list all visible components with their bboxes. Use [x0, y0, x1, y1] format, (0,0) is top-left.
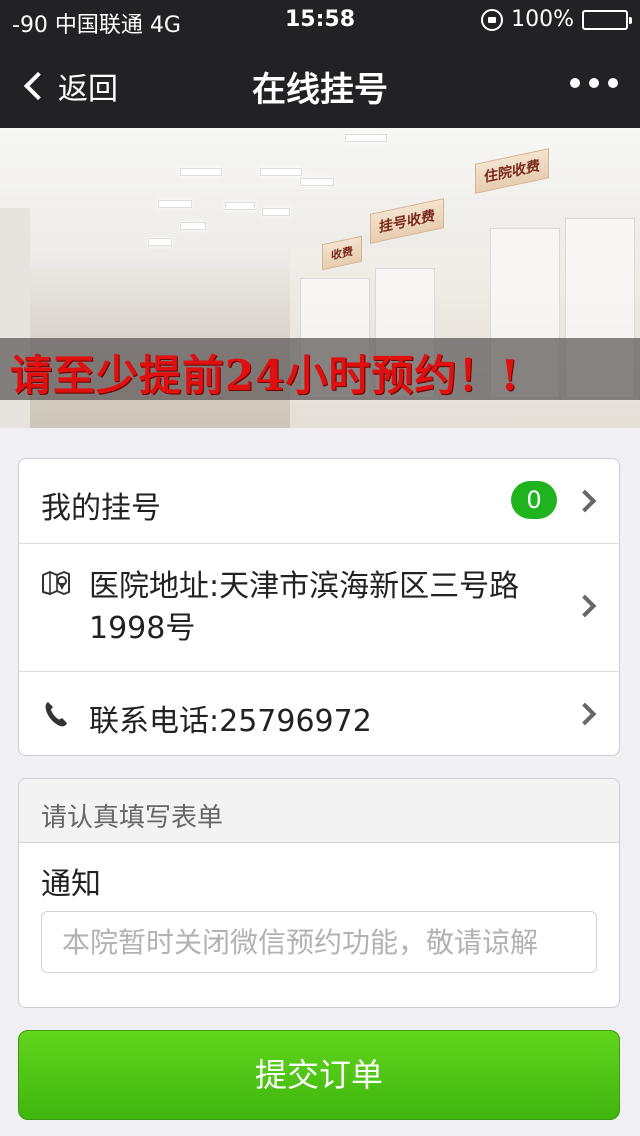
banner-notice: 请至少提前24小时预约！!: [10, 351, 520, 400]
phone-icon: [45, 702, 67, 727]
hospital-phone: 联系电话:25796972: [89, 704, 372, 739]
more-dots-icon: [570, 78, 580, 88]
info-card: 我的挂号 0 医院地址:天津市滨海新区三号路1998号 联系电话:2579697…: [18, 458, 620, 756]
registration-count-badge: 0: [511, 481, 557, 519]
phone-row[interactable]: 联系电话:25796972: [19, 671, 619, 755]
my-registration-row[interactable]: 我的挂号 0: [19, 459, 619, 543]
address-row[interactable]: 医院地址:天津市滨海新区三号路1998号: [19, 543, 619, 671]
hero-banner: 住院收费 挂号收费 收费 请至少提前24小时预约！!: [0, 128, 640, 428]
form-header: 请认真填写表单: [19, 779, 619, 843]
nav-bar: 返回 在线挂号: [0, 40, 640, 128]
notice-input[interactable]: [41, 911, 597, 973]
notice-label: 通知: [41, 867, 101, 902]
my-registration-label: 我的挂号: [41, 491, 161, 526]
more-menu-button[interactable]: [570, 78, 618, 88]
chevron-right-icon: [573, 594, 597, 618]
form-card: 请认真填写表单 通知: [18, 778, 620, 1008]
status-bar: -90 中国联通 4G 15:58 100%: [0, 0, 640, 40]
page-title: 在线挂号: [252, 70, 388, 110]
battery-icon: [582, 9, 632, 30]
hospital-address: 医院地址:天津市滨海新区三号路1998号: [89, 569, 520, 646]
battery-percent: 100%: [511, 7, 574, 32]
rotation-lock-icon: [481, 8, 504, 31]
chevron-right-icon: [573, 702, 597, 726]
status-right: 100%: [481, 7, 632, 32]
submit-order-button[interactable]: 提交订单: [18, 1030, 620, 1120]
map-icon: [42, 571, 70, 595]
chevron-right-icon: [573, 489, 597, 513]
